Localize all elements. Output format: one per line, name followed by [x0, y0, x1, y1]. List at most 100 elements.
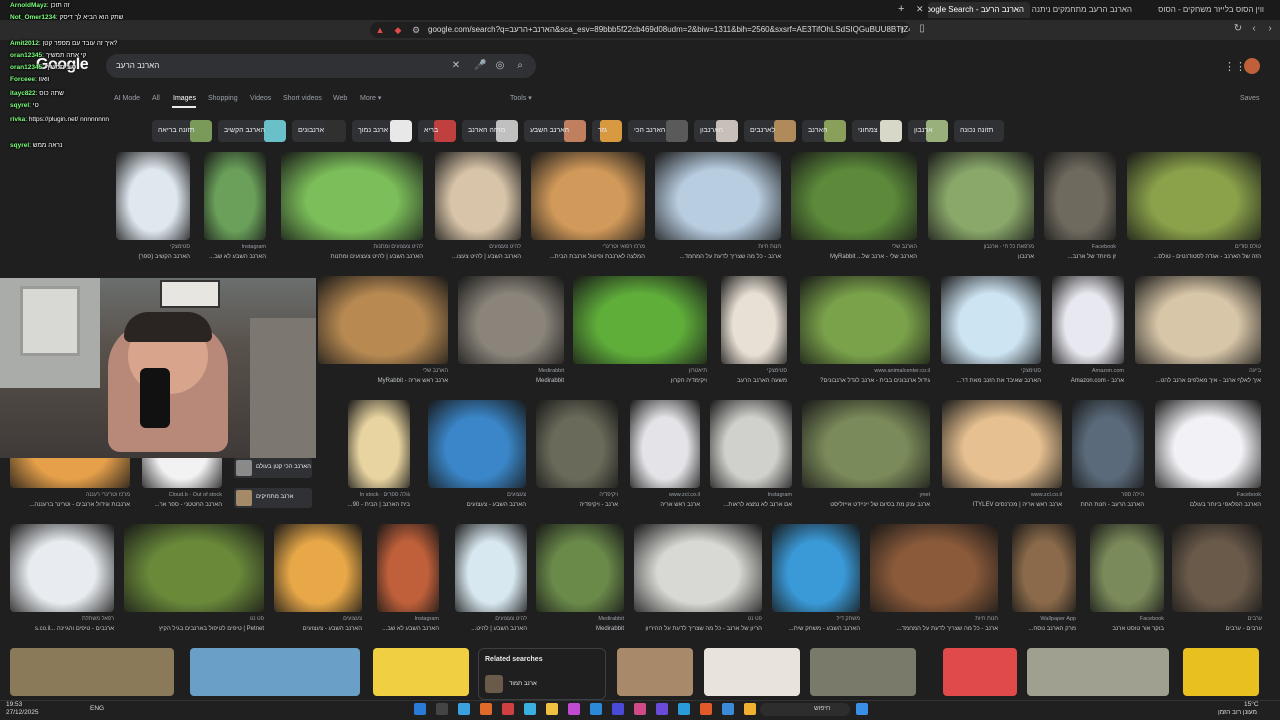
image-caption[interactable]: ארנב - ויקיפדיה	[536, 501, 618, 509]
taskbar-app-icon[interactable]	[502, 703, 514, 715]
taskbar-app-icon[interactable]	[436, 703, 448, 715]
image-result[interactable]	[1183, 648, 1259, 696]
image-result[interactable]	[10, 524, 114, 612]
image-source[interactable]: Instagram	[710, 492, 792, 499]
image-caption[interactable]: מרק הארנב נוסח...	[1012, 625, 1076, 633]
image-caption[interactable]: ארנב - כל מה שצריך לדעת על המחמד...	[655, 253, 781, 261]
image-result[interactable]	[772, 524, 860, 612]
image-result[interactable]	[455, 524, 527, 612]
image-caption[interactable]: הארנב החטטני - ספר אר...	[142, 501, 222, 509]
image-result[interactable]	[428, 400, 526, 488]
chip-1[interactable]: תזונה נכונה	[954, 120, 1004, 142]
image-result[interactable]	[318, 276, 448, 364]
image-source[interactable]: ynet	[802, 492, 930, 499]
image-source[interactable]: הארנב שלי	[318, 368, 448, 375]
chip-9[interactable]: הארנב השבע	[524, 120, 586, 142]
image-caption[interactable]: הארנב שלי - ארנב של... MyRabbit	[791, 253, 917, 261]
image-result[interactable]	[630, 400, 700, 488]
image-source[interactable]: ערבים	[1172, 616, 1262, 623]
image-caption[interactable]: ארנב - Amazon.com	[1052, 377, 1124, 385]
taskbar-app-icon[interactable]	[480, 703, 492, 715]
taskbar-search[interactable]: חיפוש	[760, 703, 850, 716]
image-result[interactable]	[573, 276, 707, 364]
share-icon[interactable]: ⇪	[896, 24, 908, 36]
brave-shield-icon[interactable]: ▲	[374, 24, 386, 36]
image-result[interactable]	[274, 524, 362, 612]
image-caption[interactable]: ארנבים - טיפים והגיינה ...s.co.il	[10, 625, 114, 633]
search-box[interactable]: הארנב הרעב ✕ 🎤 ◎ ⌕	[106, 54, 536, 78]
image-caption[interactable]: הארנב השבע לא שב...	[377, 625, 439, 633]
image-source[interactable]: Medirabbit	[536, 616, 624, 623]
image-result[interactable]	[721, 276, 787, 364]
image-result[interactable]	[1127, 152, 1261, 240]
image-result[interactable]	[531, 152, 645, 240]
image-result[interactable]	[928, 152, 1034, 240]
taskbar-app-icon[interactable]	[568, 703, 580, 715]
image-result[interactable]	[1135, 276, 1261, 364]
chip-3[interactable]: צמחוני	[852, 120, 902, 142]
image-caption[interactable]: גידול ארנבונים בבית - ארנב לגדל ארנבונים…	[800, 377, 930, 385]
taskbar-app-icon[interactable]	[546, 703, 558, 715]
image-result[interactable]	[1090, 524, 1164, 612]
chip-6[interactable]: הארנבון	[694, 120, 738, 142]
image-result[interactable]	[943, 648, 1017, 696]
image-result[interactable]	[704, 648, 800, 696]
taskbar-app-icon[interactable]	[590, 703, 602, 715]
image-source[interactable]: צעצועים	[274, 616, 362, 623]
chip-11[interactable]: בריא	[418, 120, 456, 142]
forward-icon[interactable]: ‹	[1248, 23, 1260, 35]
image-caption[interactable]: הארנב השבע לא שב...	[204, 253, 266, 261]
language-indicator[interactable]: ENG	[90, 705, 104, 713]
new-tab-icon[interactable]: +	[898, 3, 904, 15]
image-caption[interactable]: ארנבון	[928, 253, 1034, 261]
search-icon[interactable]: ⌕	[514, 60, 526, 72]
image-source[interactable]: Wallpaper App	[1012, 616, 1076, 623]
tab-short-videos[interactable]: Short videos	[283, 92, 322, 106]
image-caption[interactable]: זן מיוחד של ארנב...	[1044, 253, 1116, 261]
lens-icon[interactable]: ◎	[494, 60, 506, 72]
saves-button[interactable]: Saves	[1240, 92, 1259, 106]
image-result[interactable]	[655, 152, 781, 240]
site-settings-icon[interactable]: ⚙	[410, 24, 422, 36]
chip-13[interactable]: ארנבונים	[292, 120, 346, 142]
taskbar-app-icon[interactable]	[458, 703, 470, 715]
tab-images[interactable]: Images	[173, 92, 196, 106]
image-caption[interactable]: איך לאלף ארנב - איך מאלפים ארנב להט...	[1135, 377, 1261, 385]
image-result[interactable]	[377, 524, 439, 612]
related-chip-2[interactable]: ארנב מתחיקים	[234, 488, 312, 508]
image-caption[interactable]: ארנב ראש אריה - MyRabbit	[318, 377, 448, 385]
image-caption[interactable]: הארנב שאיבד את הזנב מאת דר...	[941, 377, 1041, 385]
reload-icon[interactable]: ↻	[1232, 23, 1244, 35]
image-caption[interactable]: הארנב השבע | להיט...	[455, 625, 527, 633]
image-source[interactable]: משחק דיל	[772, 616, 860, 623]
image-source[interactable]: Facebook	[1044, 244, 1116, 251]
taskbar-app-icon[interactable]	[414, 703, 426, 715]
image-result[interactable]	[1027, 648, 1169, 696]
image-result[interactable]	[617, 648, 693, 696]
image-caption[interactable]: הריון של ארנב - כל מה שצריך לדעת על ההיר…	[634, 625, 762, 633]
image-source[interactable]: Facebook	[1090, 616, 1164, 623]
image-result[interactable]	[1052, 276, 1124, 364]
image-caption[interactable]: הארנב הפלאפי ביותר בעולם	[1155, 501, 1261, 509]
image-source[interactable]: להיט צעצועים	[455, 616, 527, 623]
chip-7[interactable]: הארנב הכי	[628, 120, 688, 142]
address-bar[interactable]: google.com/search?q=הארנב+הרעב&sca_esv=8…	[370, 22, 910, 38]
windows-start-icon[interactable]	[856, 703, 868, 715]
image-result[interactable]	[810, 648, 916, 696]
image-caption[interactable]: ערבים - ערבים	[1172, 625, 1262, 633]
image-caption[interactable]: ארנב ענק מת בסיום של ייניידט אייזליסט	[802, 501, 930, 509]
image-source[interactable]: www.zcl.co.il	[630, 492, 700, 499]
apps-grid-icon[interactable]: ⋮⋮	[1224, 60, 1246, 73]
image-caption[interactable]: בית הארנב | הבית - 90...	[348, 501, 410, 509]
image-result[interactable]	[1044, 152, 1116, 240]
image-result[interactable]	[348, 400, 410, 488]
image-source[interactable]: Medirabbit	[458, 368, 564, 375]
image-source[interactable]: www.animalcenter.co.il	[800, 368, 930, 375]
taskbar-app-icon[interactable]	[612, 703, 624, 715]
image-caption[interactable]: Medirabbit	[458, 377, 564, 385]
image-caption[interactable]: המלצה לארנבת ופיטול ארנבת הבית...	[531, 253, 645, 261]
image-caption[interactable]: הארנב השבע | להיט צעצועים ומתנות	[281, 253, 423, 261]
image-caption[interactable]: ארנב ראש אריה | מכרנסים ITYLEV	[942, 501, 1062, 509]
image-source[interactable]: חנות חיות	[655, 244, 781, 251]
image-result[interactable]	[710, 400, 792, 488]
